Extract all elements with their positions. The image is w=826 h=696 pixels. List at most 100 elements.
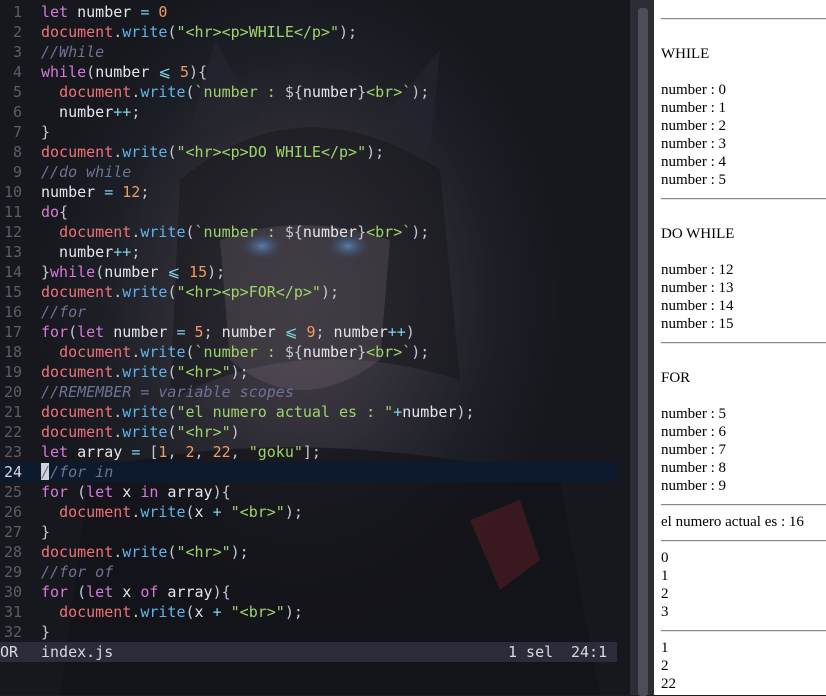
code-token: (	[68, 323, 78, 341]
code-token: "<hr>"	[176, 363, 231, 381]
code-line[interactable]: 20 //REMEMBER = variable scopes	[0, 382, 617, 402]
output-text: number : 14	[661, 298, 734, 314]
code-line[interactable]: 15 document.write("<hr><p>FOR</p>");	[0, 282, 617, 302]
code-line[interactable]: 31 document.write(x + "<br>");	[0, 602, 617, 622]
code-line[interactable]: 29 //for of	[0, 562, 617, 582]
status-bar: OR index.js 1 sel 24:1	[0, 642, 617, 662]
code-line[interactable]: 17 for(let number = 5; number ⩽ 9; number…	[0, 322, 617, 342]
code-line[interactable]: 25 for (let x in array){	[0, 482, 617, 502]
code-line[interactable]: 32}	[0, 622, 617, 642]
code-line[interactable]: 8 document.write("<hr><p>DO WHILE</p>");	[0, 142, 617, 162]
code-line[interactable]: 7}	[0, 122, 617, 142]
code-token: ${	[284, 83, 303, 101]
code-lines[interactable]: 1 let number = 0 2 document.write("<hr><p>W…	[0, 2, 617, 642]
code-line[interactable]: 13 number++;	[0, 242, 617, 262]
line-number: 13	[3, 243, 22, 261]
code-token: .	[131, 603, 141, 621]
code-line[interactable]: 21 document.write("el numero actual es : …	[0, 402, 617, 422]
code-token: "<br>"	[230, 603, 285, 621]
current-code-line[interactable]: 24 //for in	[0, 462, 617, 482]
code-token: {	[59, 203, 69, 221]
code-line[interactable]: 11 do{	[0, 202, 617, 222]
line-text: //for	[41, 302, 86, 322]
horizontal-rule	[661, 504, 826, 506]
code-line[interactable]: 4 while(number ⩽ 5){	[0, 62, 617, 82]
line-number: 8	[12, 143, 22, 161]
code-token: "<hr>"	[176, 543, 231, 561]
code-token: number	[41, 183, 105, 201]
code-line[interactable]: 12 document.write(`number : ${number}<br…	[0, 222, 617, 242]
code-token: ,	[230, 443, 249, 461]
code-line[interactable]: 23 let array = [1, 2, 22, "goku"];	[0, 442, 617, 462]
line-number: 3	[12, 43, 22, 61]
code-token: .	[113, 143, 123, 161]
output-text: number : 6	[661, 424, 726, 440]
line-number: 10	[3, 183, 22, 201]
horizontal-rule	[661, 342, 826, 344]
code-token: write	[140, 223, 186, 241]
code-line[interactable]: 30 for (let x of array){	[0, 582, 617, 602]
code-token: "el numero actual es : "	[176, 403, 394, 421]
code-line[interactable]: 3 //While	[0, 42, 617, 62]
line-text: document.write("<hr>");	[41, 362, 249, 382]
code-line[interactable]: 27}	[0, 522, 617, 542]
line-text: document.write("<hr><p>FOR</p>");	[41, 282, 339, 302]
code-token: )	[405, 323, 415, 341]
code-token: (	[185, 83, 195, 101]
scrollbar-thumb[interactable]	[638, 8, 648, 696]
output-text: number : 5	[661, 406, 726, 422]
line-text: document.write(`number : ${number}<br>`)…	[41, 342, 429, 362]
window-scrollbar[interactable]	[630, 0, 654, 696]
output-text: number : 9	[661, 478, 726, 494]
code-token: }	[41, 123, 51, 141]
line-text: document.write("el numero actual es : "+…	[41, 402, 475, 422]
code-line[interactable]: 5 document.write(`number : ${number}<br>…	[0, 82, 617, 102]
output-text: number : 5	[661, 172, 726, 188]
code-token: (	[185, 223, 195, 241]
code-token: `number :	[194, 223, 285, 241]
output-text: el numero actual es : 16	[661, 514, 804, 530]
code-token: .	[113, 283, 123, 301]
code-line[interactable]: 14}while(number ⩽ 15);	[0, 262, 617, 282]
code-line[interactable]: 6 number++;	[0, 102, 617, 122]
output-text: 1	[661, 568, 669, 584]
line-text: let number = 0	[41, 2, 167, 22]
code-line[interactable]: 22 document.write("<hr>")	[0, 422, 617, 442]
code-line[interactable]: 19 document.write("<hr>");	[0, 362, 617, 382]
horizontal-rule	[661, 198, 826, 200]
code-token: array	[158, 483, 213, 501]
code-token: write	[140, 503, 186, 521]
code-token: ⩽	[284, 323, 298, 341]
code-line[interactable]: 18 document.write(`number : ${number}<br…	[0, 342, 617, 362]
code-line[interactable]: 16 //for	[0, 302, 617, 322]
code-token: //While	[41, 43, 105, 61]
code-token: .	[113, 423, 123, 441]
code-token: document	[59, 603, 132, 621]
code-token: number	[402, 403, 457, 421]
line-text: for(let number = 5; number ⩽ 9; number++…	[41, 322, 415, 342]
code-editor[interactable]: 1 let number = 0 2 document.write("<hr><p>W…	[0, 0, 630, 695]
line-text: }	[41, 122, 50, 142]
code-line[interactable]: 26 document.write(x + "<br>");	[0, 502, 617, 522]
code-token: document	[59, 503, 132, 521]
code-token: array	[68, 443, 132, 461]
code-line[interactable]: 9 //do while	[0, 162, 617, 182]
code-token: write	[122, 23, 168, 41]
code-token: <br>`	[366, 223, 412, 241]
code-token: document	[59, 83, 132, 101]
code-line[interactable]: 1 let number = 0	[0, 2, 617, 22]
line-text: document.write("<hr><p>WHILE</p>");	[41, 22, 357, 42]
code-token: write	[122, 423, 168, 441]
line-text: document.write(x + "<br>");	[41, 502, 303, 522]
code-token: number	[104, 323, 177, 341]
code-line[interactable]: 2 document.write("<hr><p>WHILE</p>");	[0, 22, 617, 42]
code-line[interactable]: 28 document.write("<hr>");	[0, 542, 617, 562]
line-number: 14	[3, 263, 22, 281]
code-token: ;	[140, 183, 150, 201]
code-line[interactable]: 10 number = 12;	[0, 182, 617, 202]
code-token: do	[41, 203, 60, 221]
code-token: `number :	[194, 83, 285, 101]
